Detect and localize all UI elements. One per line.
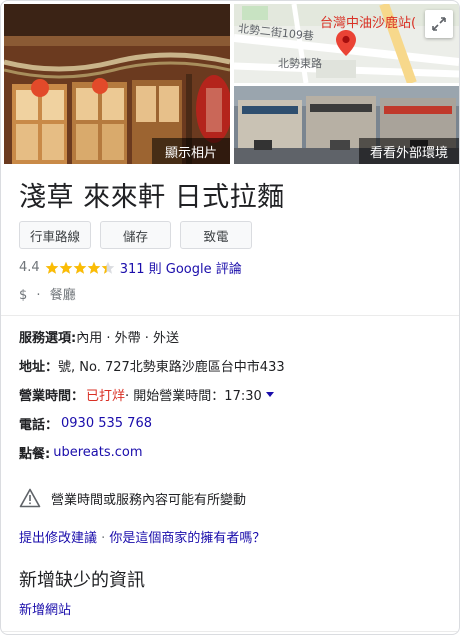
hours-label: 營業時間： [19, 389, 85, 404]
price-level: $ [19, 288, 28, 303]
warning-icon [19, 488, 41, 508]
phone-label: 電話： [19, 418, 59, 433]
reviews-link[interactable]: 311 則 Google 評論 [120, 258, 242, 277]
phone-row: 電話： 0930 535 768 [19, 414, 152, 433]
missing-info-heading: 新增缺少的資訊 [19, 570, 145, 591]
photo-strip: 顯示相片 北勢二街109巷 北勢東路 台灣中油沙鹿站(看看外部環境 [4, 4, 459, 164]
chevron-down-icon[interactable] [265, 392, 274, 397]
expand-icon [432, 17, 446, 31]
order-row: 點餐: ubereats.com [19, 443, 142, 462]
see-outside-caption: 看看外部環境 [359, 138, 459, 164]
business-category: 餐廳 [49, 288, 76, 303]
map-thumbnail[interactable]: 北勢二街109巷 北勢東路 台灣中油沙鹿站( [234, 4, 459, 83]
map-pin-icon [336, 30, 356, 56]
star-rating [45, 261, 115, 275]
order-label: 點餐: [19, 447, 51, 462]
star-icon [87, 261, 100, 274]
rating-value: 4.4 [19, 260, 40, 275]
service-options-label: 服務選項: [19, 331, 77, 346]
call-button[interactable]: 致電 [180, 221, 252, 249]
category-separator: · [36, 288, 41, 303]
phone-link[interactable]: 0930 535 768 [61, 416, 152, 431]
add-website-link[interactable]: 新增網站 [19, 599, 71, 618]
owner-claim-link[interactable]: 你是這個商家的擁有者嗎？ [109, 531, 265, 546]
hours-detail[interactable]: · 開始營業時間：17:30 [125, 385, 262, 404]
star-icon [59, 261, 72, 274]
suggest-edit-row: 提出修改建議 · 你是這個商家的擁有者嗎？ [19, 527, 265, 546]
show-photos-caption: 顯示相片 [152, 138, 230, 164]
map-place-label: 台灣中油沙鹿站( [320, 16, 417, 31]
service-options-row: 服務選項: 內用 · 外帶 · 外送 [19, 327, 179, 346]
category-row: $ · 餐廳 [19, 284, 76, 303]
suggest-edit-link[interactable]: 提出修改建議 [19, 531, 97, 546]
hours-status: 已打烊 [86, 389, 126, 404]
divider [1, 315, 459, 316]
bottom-divider [1, 631, 459, 632]
address-value: 號, No. 727北勢東路沙鹿區台中市433 [58, 360, 285, 375]
knowledge-panel: 顯示相片 北勢二街109巷 北勢東路 台灣中油沙鹿站(看看外部環境 淺草 來來… [0, 0, 460, 635]
notice-text: 營業時間或服務內容可能有所變動 [51, 492, 247, 508]
save-button[interactable]: 儲存 [100, 221, 171, 249]
service-options-value: 內用 · 外帶 · 外送 [76, 331, 179, 346]
address-row: 地址： 號, No. 727北勢東路沙鹿區台中市433 [19, 356, 285, 375]
hours-notice: 營業時間或服務內容可能有所變動 [19, 488, 246, 508]
street-view-photo[interactable]: 看看外部環境 [234, 86, 459, 164]
map-road-label: 北勢東路 [278, 57, 322, 70]
restaurant-photo[interactable]: 顯示相片 [4, 4, 230, 164]
star-icon [101, 261, 114, 274]
order-link[interactable]: ubereats.com [53, 445, 142, 460]
hours-row: 營業時間： 已打烊 · 開始營業時間：17:30 [19, 385, 274, 404]
business-name: 淺草 來來軒 日式拉麵 [19, 182, 285, 213]
star-icon [73, 261, 86, 274]
directions-button[interactable]: 行車路線 [19, 221, 91, 249]
expand-map-button[interactable] [425, 10, 453, 38]
rating-row: 4.4 311 則 Google 評論 [19, 258, 242, 277]
suggest-separator: · [97, 531, 110, 546]
address-label: 地址： [19, 360, 59, 375]
star-icon [45, 261, 58, 274]
action-buttons: 行車路線 儲存 致電 [19, 221, 252, 249]
